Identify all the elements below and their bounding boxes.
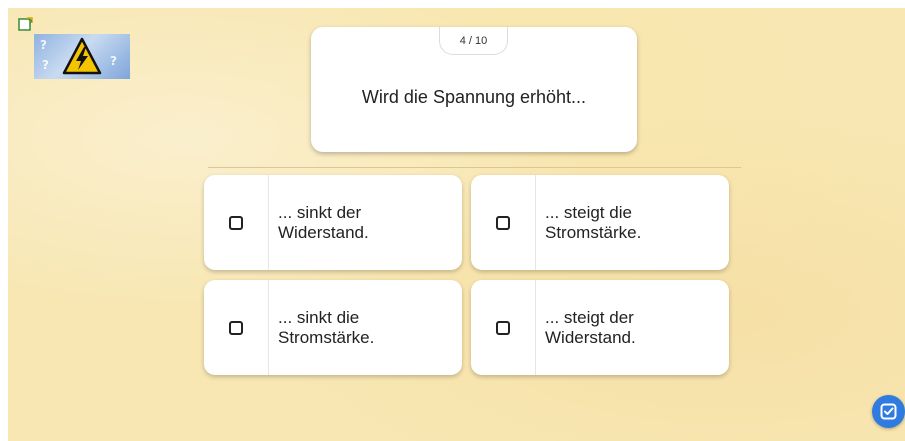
submit-button[interactable]: [872, 395, 905, 428]
question-text: Wird die Spannung erhöht...: [361, 87, 587, 107]
divider: [208, 167, 741, 168]
checkbox-icon[interactable]: [496, 320, 510, 335]
checkbox-area[interactable]: [204, 280, 269, 375]
checkbox-area[interactable]: [471, 280, 536, 375]
question-card: 4 / 10 Wird die Spannung erhöht...: [311, 27, 637, 152]
answer-label: ... sinkt die Stromstärke.: [278, 307, 375, 347]
answer-option-1[interactable]: ... sinkt der Widerstand.: [204, 175, 462, 270]
answer-option-3[interactable]: ... sinkt die Stromstärke.: [204, 280, 462, 375]
high-voltage-warning-icon: [62, 37, 102, 75]
thumbnail-image: ? ? ?: [34, 34, 130, 79]
checkbox-area[interactable]: [204, 175, 269, 270]
answer-label: ... steigt die Stromstärke.: [545, 202, 642, 242]
quiz-stage: ? ? ? ? 4 / 10 Wird die Spannung erhöht.…: [8, 8, 905, 441]
checkbox-icon[interactable]: [229, 215, 243, 230]
checkbox-icon[interactable]: [496, 215, 510, 230]
answer-option-4[interactable]: ... steigt der Widerstand.: [471, 280, 729, 375]
quiz-edit-icon[interactable]: ?: [18, 16, 34, 32]
question-mark-decoration: ?: [42, 58, 49, 72]
checkbox-icon[interactable]: [229, 320, 243, 335]
question-counter: 4 / 10: [439, 27, 508, 55]
svg-text:?: ?: [28, 19, 33, 29]
checkbox-area[interactable]: [471, 175, 536, 270]
check-square-icon: [880, 403, 897, 420]
question-mark-decoration: ?: [110, 54, 117, 68]
answer-label: ... steigt der Widerstand.: [545, 307, 636, 347]
answer-label: ... sinkt der Widerstand.: [278, 202, 369, 242]
question-mark-decoration: ?: [40, 38, 47, 52]
answer-option-2[interactable]: ... steigt die Stromstärke.: [471, 175, 729, 270]
